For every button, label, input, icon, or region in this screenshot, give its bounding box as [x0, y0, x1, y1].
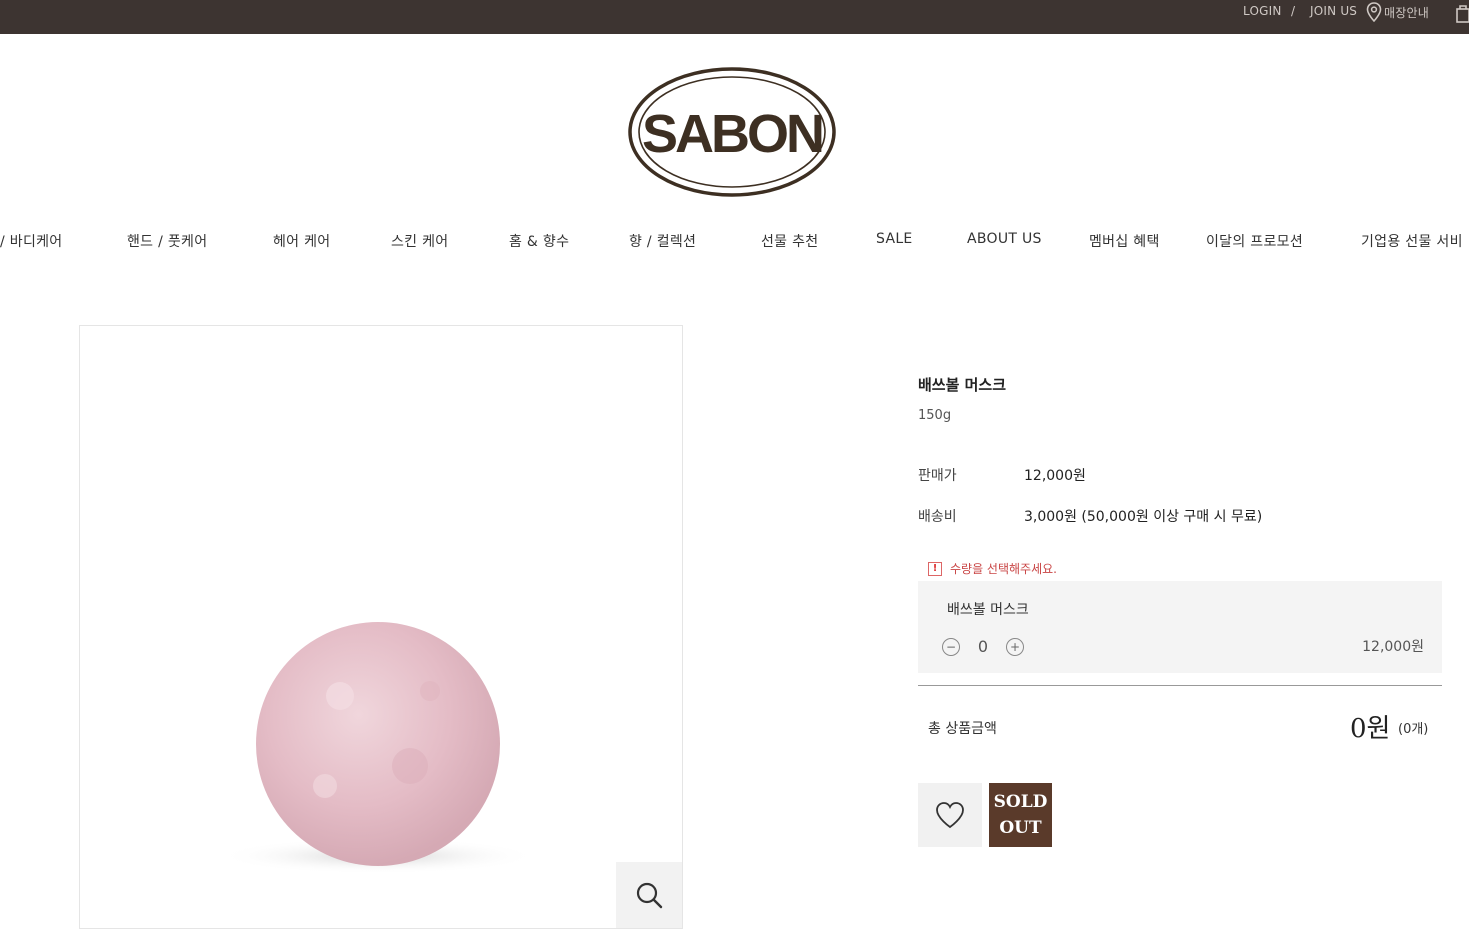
price-value: 12,000원 [1024, 468, 1086, 484]
total-count: (0개) [1398, 722, 1429, 737]
logo-text: SABON [642, 104, 822, 164]
magnifier-icon [636, 882, 663, 909]
bath-ball-image [230, 622, 530, 874]
top-utility-bar: LOGIN / JOIN US 매장안내 [0, 0, 1469, 34]
nav-item-scent-collection[interactable]: 향 / 컬렉션 [629, 231, 696, 251]
shopping-bag-icon [1456, 5, 1469, 23]
nav-item-sale[interactable]: SALE [876, 231, 913, 247]
cart-button[interactable] [1456, 3, 1469, 27]
product-image [79, 325, 683, 929]
increase-quantity-button[interactable]: + [1006, 637, 1024, 656]
soldout-line-1: SOLD [993, 792, 1048, 812]
divider [918, 685, 1442, 686]
store-locator-label: 매장안내 [1384, 5, 1429, 20]
location-pin-icon [1366, 2, 1382, 22]
shipping-label: 배송비 [918, 509, 957, 525]
nav-item-about-us[interactable]: ABOUT US [967, 231, 1042, 247]
shipping-value: 3,000원 (50,000원 이상 구매 시 무료) [1024, 509, 1263, 525]
nav-item-home-fragrance[interactable]: 홈 & 향수 [509, 231, 569, 251]
store-locator-link[interactable]: 매장안내 [1366, 2, 1429, 22]
alert-icon: ! [928, 561, 942, 576]
quantity-warning: ! 수량을 선택해주세요. [928, 560, 1057, 577]
quantity-value[interactable]: 0 [960, 637, 1006, 656]
login-link[interactable]: LOGIN [1243, 4, 1282, 18]
nav-item-membership[interactable]: 멤버십 혜택 [1089, 231, 1160, 251]
quantity-warning-text: 수량을 선택해주세요. [950, 562, 1057, 576]
nav-item-hand-foot-care[interactable]: 핸드 / 풋케어 [127, 231, 207, 251]
soldout-line-2: OUT [999, 818, 1042, 838]
option-price: 12,000원 [1362, 639, 1424, 655]
topbar-separator: / [1291, 4, 1296, 18]
main-navigation: / 바디케어 핸드 / 풋케어 헤어 케어 스킨 케어 홈 & 향수 향 / 컬… [0, 231, 1469, 255]
price-label: 판매가 [918, 468, 957, 484]
zoom-button[interactable] [616, 862, 682, 928]
quantity-stepper: − 0 + [942, 637, 1024, 656]
total-label: 총 상품금액 [928, 721, 997, 737]
option-name: 배쓰볼 머스크 [947, 602, 1029, 618]
decrease-quantity-button[interactable]: − [942, 637, 960, 656]
total-amount: 0원 [1350, 714, 1391, 744]
join-link[interactable]: JOIN US [1310, 4, 1357, 18]
product-name: 배쓰볼 머스크 [918, 376, 1007, 394]
nav-item-corporate-gift[interactable]: 기업용 선물 서비 [1361, 231, 1463, 251]
product-weight: 150g [918, 408, 952, 423]
nav-item-body-care[interactable]: / 바디케어 [0, 231, 63, 251]
nav-item-hair-care[interactable]: 헤어 케어 [273, 231, 330, 251]
nav-item-gift-recommend[interactable]: 선물 추천 [761, 231, 818, 251]
nav-item-monthly-promotion[interactable]: 이달의 프로모션 [1206, 231, 1303, 251]
option-box: 배쓰볼 머스크 − 0 + 12,000원 [918, 581, 1442, 673]
sabon-logo[interactable]: SABON [628, 66, 836, 198]
heart-icon [936, 802, 964, 829]
wishlist-button[interactable] [918, 783, 982, 847]
nav-item-skin-care[interactable]: 스킨 케어 [391, 231, 448, 251]
soldout-button[interactable]: SOLD OUT [989, 783, 1052, 847]
